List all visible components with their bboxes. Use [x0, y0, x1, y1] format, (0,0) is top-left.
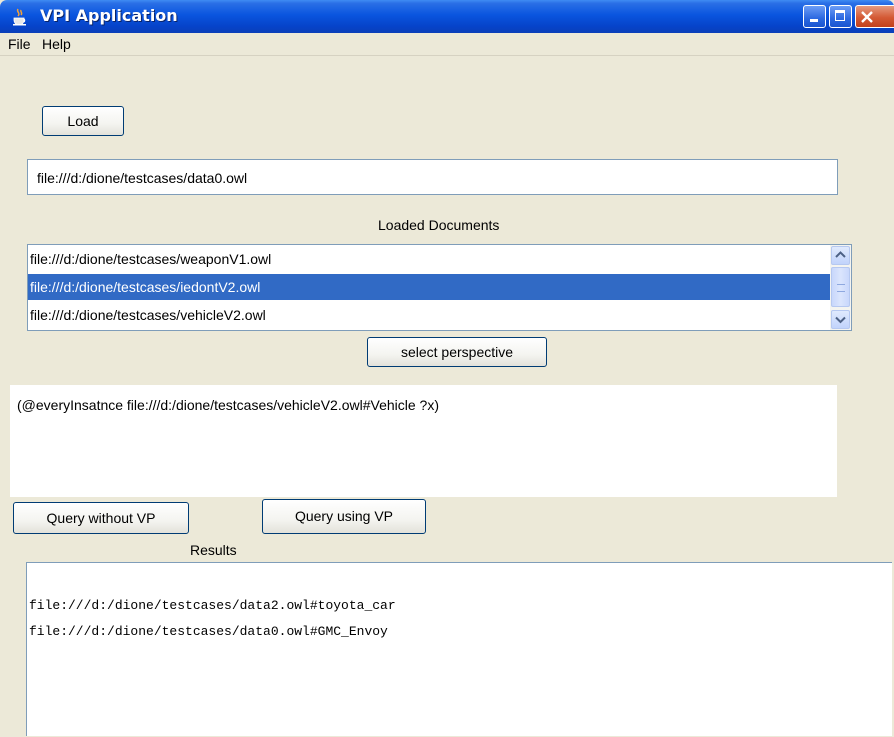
result-line: file:///d:/dione/testcases/data2.owl#toy…: [29, 598, 396, 613]
results-label: Results: [190, 542, 237, 558]
menu-file[interactable]: File: [8, 36, 31, 52]
list-item[interactable]: file:///d:/dione/testcases/weaponV1.owl: [28, 246, 830, 272]
java-cup-icon: [12, 8, 28, 26]
load-button[interactable]: Load: [42, 106, 124, 136]
menu-bar: File Help: [0, 33, 894, 55]
query-textarea[interactable]: (@everyInsatnce file:///d:/dione/testcas…: [10, 385, 837, 497]
window-title: VPI Application: [40, 6, 178, 25]
loaded-documents-list[interactable]: file:///d:/dione/testcases/weaponV1.owl …: [27, 244, 852, 331]
select-perspective-button[interactable]: select perspective: [367, 337, 547, 367]
query-using-vp-button[interactable]: Query using VP: [262, 499, 426, 534]
scroll-down-icon[interactable]: [831, 310, 850, 329]
maximize-icon[interactable]: [829, 5, 852, 28]
close-icon[interactable]: [855, 5, 894, 28]
scroll-up-icon[interactable]: [831, 246, 850, 265]
scroll-thumb[interactable]: [831, 267, 850, 307]
loaded-documents-label: Loaded Documents: [378, 217, 500, 233]
path-input[interactable]: file:///d:/dione/testcases/data0.owl: [27, 159, 838, 195]
list-scrollbar[interactable]: [830, 245, 851, 330]
result-line: file:///d:/dione/testcases/data0.owl#GMC…: [29, 624, 388, 639]
title-bar[interactable]: VPI Application: [0, 0, 894, 33]
list-item[interactable]: file:///d:/dione/testcases/vehicleV2.owl: [28, 302, 830, 328]
list-item-selected[interactable]: file:///d:/dione/testcases/iedontV2.owl: [28, 274, 830, 300]
minimize-icon[interactable]: [803, 5, 826, 28]
menu-help[interactable]: Help: [42, 36, 71, 52]
results-textarea[interactable]: file:///d:/dione/testcases/data2.owl#toy…: [26, 562, 892, 736]
query-without-vp-button[interactable]: Query without VP: [13, 502, 189, 534]
